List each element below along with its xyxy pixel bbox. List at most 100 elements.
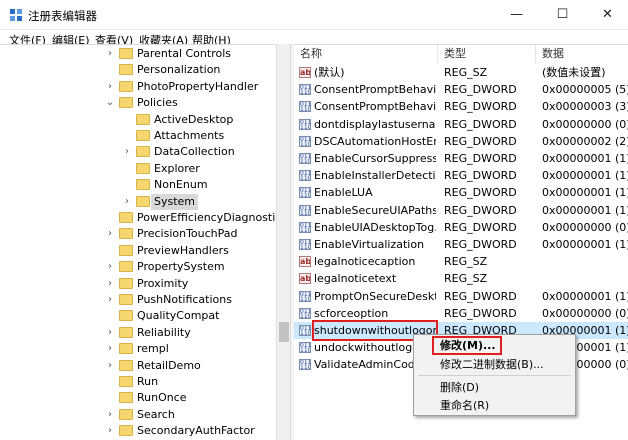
tree-item-label: PropertySystem [137,260,225,274]
value-name: ConsentPromptBehavio... [314,83,436,97]
folder-icon [136,146,150,158]
registry-editor-icon [10,9,22,21]
value-data: 0x00000002 (2) [542,134,628,148]
tree-expander-icon[interactable]: › [105,423,115,438]
dword-value-icon: 011 110 [299,153,311,164]
value-type: REG_SZ [444,66,488,79]
context-menu-modify-binary[interactable]: 修改二进制数据(B)... [440,356,544,373]
folder-icon [119,80,133,92]
folder-icon [136,113,150,125]
context-menu-rename[interactable]: 重命名(R) [440,397,489,414]
tree-expander-icon[interactable]: › [105,292,115,307]
tree-item-label: PhotoPropertyHandler [137,79,259,93]
tree-expander-icon[interactable]: › [105,79,115,94]
tree-item-label: Explorer [154,161,200,175]
dword-value-icon: 011 110 [299,187,311,199]
folder-icon [136,195,150,207]
value-name: DSCAutomationHostEna... [314,134,436,148]
value-data: 0x00000001 (1) [542,186,628,200]
value-data: 0x00000000 (0) [542,117,628,131]
value-row[interactable]: 011 110 EnableInstallerDetection REG_DWORD 0… [294,167,628,184]
context-menu-modify[interactable]: 修改(M)... [440,337,496,354]
tree-expander-icon[interactable]: › [105,276,115,291]
tree-item-label: PreviewHandlers [137,243,229,257]
value-type: REG_DWORD [444,134,517,148]
tree-item-label: DataCollection [154,145,235,159]
value-row[interactable]: 011110dontdisplaylastusername REG_DWORD 0x… [294,116,628,133]
tree-expander-icon[interactable]: ⌄ [105,95,115,110]
value-type: REG_DWORD [444,152,517,165]
value-type: REG_DWORD [444,289,517,303]
value-row[interactable]: ab (默认) REG_SZ (数值未设置) [294,64,628,81]
value-row[interactable]: 011 110 EnableVirtualization REG_DWORD 0x000… [294,236,628,253]
tree-expander-icon[interactable]: › [122,194,132,209]
folder-icon [119,244,133,256]
tree-expander-icon[interactable]: › [105,259,115,274]
value-type: REG_DWORD [444,306,517,320]
value-type: REG_DWORD [444,169,517,183]
tree-scrollbar-thumb[interactable] [279,322,289,342]
value-data: (数值未设置) [542,66,606,79]
folder-icon [119,228,133,240]
tree-item-label: Attachments [154,129,225,142]
value-row[interactable]: 011110ConsentPromptBehavio... REG_DWORD 0x… [294,98,628,115]
column-header-type[interactable]: 类型 [438,45,536,63]
value-row[interactable]: 011 110 EnableLUA REG_DWORD 0x00000001 (1) [294,184,628,201]
tree-expander-icon[interactable]: › [105,407,115,422]
tree-expander-icon[interactable]: › [105,341,115,356]
value-row[interactable]: 011110DSCAutomationHostEna... REG_DWORD 0x… [294,133,628,150]
folder-icon [119,343,133,355]
tree-item-label: RunOnce [137,391,187,405]
tree-item-label: NonEnum [154,178,208,192]
value-row[interactable]: 011110EnableCursorSuppressi... REG_DWORD 0… [294,150,628,167]
folder-icon [119,294,133,305]
minimize-button[interactable]: — [494,0,539,30]
close-button[interactable]: ✕ [585,0,628,30]
tree-expander-icon[interactable]: › [105,325,115,340]
tree-expander-icon[interactable]: › [105,46,115,61]
maximize-button[interactable]: ☐ [540,0,585,30]
dword-value-icon: 011 110 [299,342,311,354]
value-name: EnableCursorSuppressi... [314,152,436,165]
value-row[interactable]: 011110PromptOnSecureDesktop REG_DWORD 0x00… [294,288,628,305]
tree-item-label: RetailDemo [137,358,201,372]
tree-expander-icon[interactable]: › [105,226,115,241]
value-name: EnableInstallerDetection [314,169,436,183]
value-row[interactable]: 011 110 EnableSecureUIAPaths REG_DWORD 0x000… [294,202,628,219]
folder-icon [119,48,133,59]
value-row[interactable]: 011110ConsentPromptBehavio... REG_DWORD 0x… [294,81,628,98]
tree-item-label: QualityCompat [137,309,220,323]
folder-icon [119,212,133,223]
tree-expander-icon[interactable]: › [122,144,132,159]
column-header-data[interactable]: 数据 [536,45,628,63]
tree-scrollbar[interactable] [276,44,290,440]
value-type: REG_DWORD [444,203,517,217]
tree-item-label: rempl [137,342,169,356]
value-data: 0x00000001 (1) [542,169,628,183]
tree-expander-icon[interactable]: › [105,358,115,373]
column-header-name[interactable]: 名称 [294,45,438,63]
value-row[interactable]: 011 110 scforceoption REG_DWORD 0x00000000 (… [294,305,628,322]
value-type: REG_DWORD [444,220,517,234]
value-name: (默认) [314,66,345,79]
value-name: EnableSecureUIAPaths [314,203,436,217]
dword-value-icon: 011 110 [299,204,311,216]
value-row[interactable]: ab legalnoticetext REG_SZ [294,270,628,287]
tree-item-label: Run [137,375,159,388]
value-type: REG_SZ [444,272,488,286]
folder-icon [119,64,133,76]
tree-item-label: Proximity [137,276,189,290]
folder-icon [119,277,133,289]
dword-value-icon: 011 110 [299,84,311,96]
title-bar: 注册表编辑器 — ☐ ✕ [0,0,628,30]
value-data: 0x00000001 (1) [542,152,628,165]
folder-icon [136,130,150,141]
context-menu-delete[interactable]: 删除(D) [440,379,479,396]
value-row[interactable]: 011 110 EnableUIADesktopTog... REG_DWORD 0x0… [294,219,628,236]
value-data: 0x00000001 (1) [542,238,628,251]
folder-icon [119,408,133,420]
dword-value-icon: 011 110 [299,118,311,130]
registry-key-tree[interactable]: › Parental Controls Personalization › PhotoP… [0,44,276,440]
dword-value-icon: 011 110 [299,221,311,233]
value-row[interactable]: ab legalnoticecaption REG_SZ [294,253,628,270]
